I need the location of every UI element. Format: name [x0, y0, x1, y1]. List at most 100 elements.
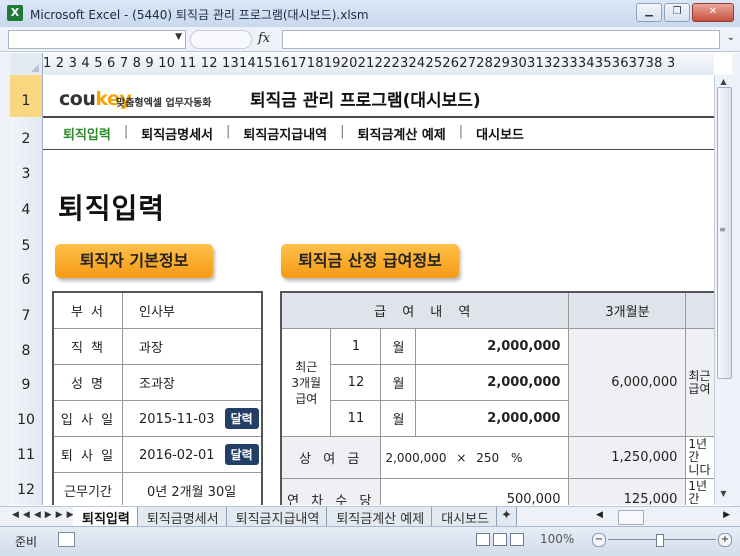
bonus-label: 상 여 금: [280, 436, 382, 479]
page-title: 퇴직입력: [58, 192, 166, 225]
bonus-base[interactable]: 2,000,000: [385, 451, 446, 465]
scroll-down-icon[interactable]: ▼: [717, 489, 730, 501]
window-controls: ▁ ❐ ✕: [636, 3, 734, 22]
scroll-right-icon[interactable]: ▶: [723, 510, 730, 520]
page-break-view-icon[interactable]: [510, 533, 524, 546]
nav-item-retirement-input[interactable]: 퇴직입력: [63, 124, 111, 143]
department-value[interactable]: 인사부: [122, 291, 263, 329]
formula-bar: ▼ fx ⌄: [0, 27, 740, 52]
restore-icon[interactable]: ❐: [664, 3, 690, 22]
month-value[interactable]: 12: [330, 364, 382, 401]
recent-3-months-label: 최근 3개월 급여: [280, 328, 332, 437]
nav-divider: [43, 149, 714, 150]
grip-icon: ≡: [719, 225, 726, 234]
expand-formula-icon[interactable]: ⌄: [727, 32, 735, 43]
bonus-note: 1년간 니다: [685, 436, 714, 479]
nav-item-calc-example[interactable]: 퇴직금계산 예제: [358, 124, 446, 143]
leave-date-calendar-button[interactable]: 달력: [224, 444, 259, 465]
row-header-8[interactable]: 8: [10, 338, 42, 364]
scroll-left-icon[interactable]: ◀: [596, 510, 603, 520]
table-row: 부 서 인사부: [52, 291, 263, 329]
close-icon[interactable]: ✕: [692, 3, 734, 22]
name-value[interactable]: 조과장: [122, 364, 263, 401]
select-all-corner[interactable]: [10, 53, 43, 75]
bonus-rate[interactable]: 250: [476, 451, 499, 465]
nav-separator: |: [226, 124, 231, 139]
hire-date-value[interactable]: 2015-11-03: [139, 412, 215, 427]
name-box[interactable]: ▼: [8, 30, 186, 49]
basic-info-title: 퇴직자 기본정보: [55, 244, 213, 278]
chevron-down-icon[interactable]: ▼: [175, 32, 182, 42]
normal-view-icon[interactable]: [476, 533, 490, 546]
month-value[interactable]: 11: [330, 400, 382, 437]
insert-function-icon[interactable]: fx: [258, 31, 270, 46]
vertical-scrollbar[interactable]: ▲ ≡ ▼: [714, 75, 733, 505]
nav-item-payment-history[interactable]: 퇴직금지급내역: [243, 124, 327, 143]
leave-date-label: 퇴 사 일: [52, 436, 123, 473]
bonus-total: 1,250,000: [568, 436, 687, 479]
logo-text-cou: cou: [59, 88, 96, 110]
month-unit: 월: [380, 364, 417, 401]
bonus-calc-cell: 2,000,000 × 250 %: [380, 436, 570, 479]
row-header-12[interactable]: 12: [10, 477, 42, 503]
horizontal-scroll-thumb[interactable]: [618, 510, 644, 525]
nav-separator: |: [340, 124, 345, 139]
position-label: 직 책: [52, 328, 123, 365]
month-amount[interactable]: 2,000,000: [415, 400, 570, 437]
nav-menu: 퇴직입력 | 퇴직금명세서 | 퇴직금지급내역 | 퇴직금계산 예제 | 대시보…: [63, 124, 524, 143]
month-amount[interactable]: 2,000,000: [415, 328, 570, 365]
department-label: 부 서: [52, 291, 123, 329]
column-header-labels[interactable]: 1 2 3 4 5 6 7 8 9 10 11 12 1314151617181…: [43, 56, 675, 71]
month-amount[interactable]: 2,000,000: [415, 364, 570, 401]
minimize-icon[interactable]: ▁: [636, 3, 662, 22]
nav-item-statement[interactable]: 퇴직금명세서: [141, 124, 213, 143]
zoom-slider-thumb[interactable]: [656, 534, 664, 547]
row-header-3[interactable]: 3: [10, 161, 42, 187]
tab-navigation-icons[interactable]: ◀◀◀▶▶▶: [12, 510, 78, 520]
page-layout-view-icon[interactable]: [493, 533, 507, 546]
salary-details-header: 급 여 내 역: [280, 291, 570, 329]
position-value[interactable]: 과장: [122, 328, 263, 365]
nav-item-dashboard[interactable]: 대시보드: [476, 124, 524, 143]
percent-sign: %: [510, 450, 523, 465]
header-divider: [43, 116, 714, 118]
row-header-4[interactable]: 4: [10, 197, 42, 223]
leave-date-value[interactable]: 2016-02-01: [139, 448, 215, 463]
formula-input[interactable]: [282, 30, 720, 49]
row-header-2[interactable]: 2: [10, 119, 42, 151]
basic-info-table: 부 서 인사부 직 책 과장 성 명 조과장 입 사 일 2015-11-03 달…: [52, 291, 263, 505]
row-header-10[interactable]: 10: [10, 407, 42, 433]
view-buttons: [476, 533, 524, 546]
function-area: fx: [190, 30, 280, 49]
excel-app-icon[interactable]: X: [7, 5, 23, 21]
month-value[interactable]: 1: [330, 328, 382, 365]
hire-date-calendar-button[interactable]: 달력: [224, 408, 259, 429]
row-header-11[interactable]: 11: [10, 442, 42, 468]
table-row: 급 여 내 역 3개월분: [280, 291, 714, 329]
macro-record-icon[interactable]: [58, 532, 75, 547]
worksheet[interactable]: coukey 맞춤형엑셀 업무자동화 퇴직금 관리 프로그램(대시보드) 퇴직입…: [43, 75, 714, 505]
name-label: 성 명: [52, 364, 123, 401]
annual-leave-allowance-amount[interactable]: 500,000: [380, 478, 570, 505]
table-row: 최근 3개월 급여 1 월 2,000,000 6,000,000 최근 급여: [280, 328, 714, 437]
status-ready: 준비: [15, 535, 38, 549]
annual-leave-allowance-note: 1년간 합니: [685, 478, 714, 505]
row-header-1[interactable]: 1: [10, 75, 42, 117]
window-title: Microsoft Excel - (5440) 퇴직금 관리 프로그램(대시보…: [30, 8, 369, 22]
month-unit: 월: [380, 328, 417, 365]
status-bar: 준비 100% − +: [0, 526, 740, 556]
three-month-total: 6,000,000: [568, 328, 687, 437]
zoom-level[interactable]: 100%: [540, 532, 574, 546]
row-header-9[interactable]: 9: [10, 372, 42, 398]
zoom-in-icon[interactable]: +: [718, 533, 732, 547]
app-title: 퇴직금 관리 프로그램(대시보드): [250, 91, 481, 111]
zoom-slider[interactable]: − +: [592, 533, 732, 547]
sheet-tab-bar: ◀◀◀▶▶▶ 퇴직입력 퇴직금명세서 퇴직금지급내역 퇴직금계산 예제 대시보드…: [0, 506, 740, 530]
annual-leave-allowance-total: 125,000: [568, 478, 687, 505]
zoom-out-icon[interactable]: −: [592, 533, 606, 547]
row-header-7[interactable]: 7: [10, 303, 42, 329]
horizontal-scrollbar[interactable]: ◀ ▶: [596, 510, 730, 525]
service-period-label: 근무기간: [52, 472, 123, 505]
row-header-5[interactable]: 5: [10, 233, 42, 259]
row-header-6[interactable]: 6: [10, 267, 42, 293]
